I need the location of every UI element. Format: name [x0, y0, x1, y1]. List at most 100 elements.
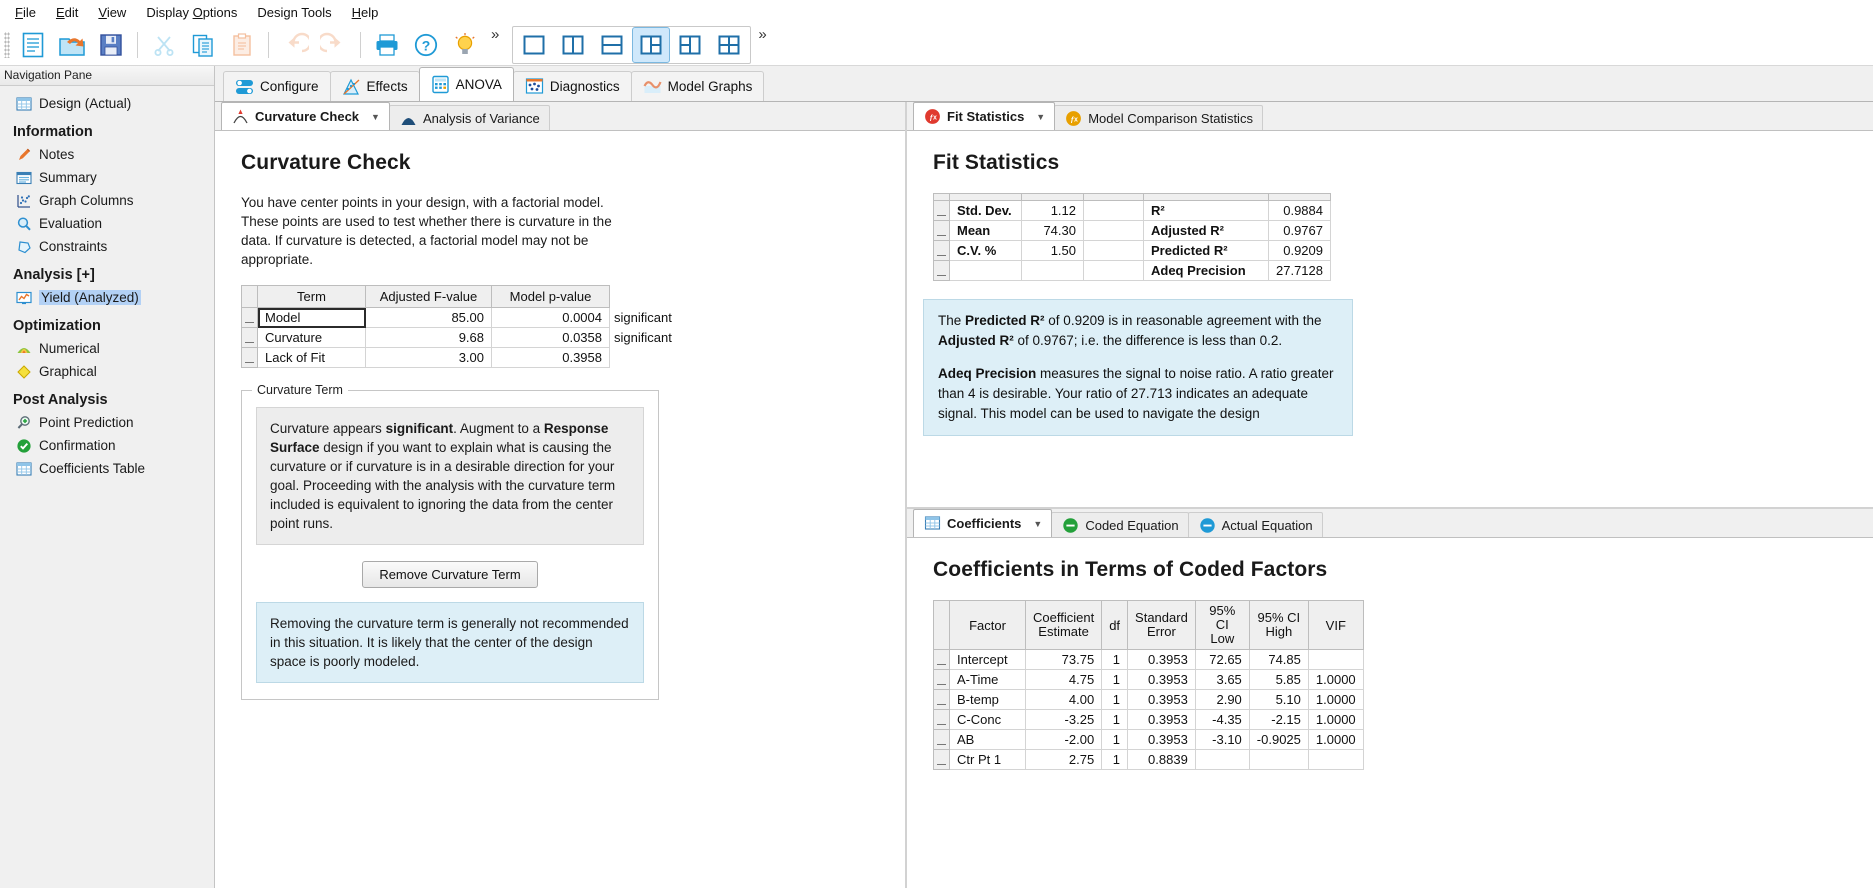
cell-blank-left — [949, 260, 1022, 281]
sidebar-item-graph-columns[interactable]: Graph Columns — [3, 189, 214, 212]
sidebar-item-design-actual[interactable]: Design (Actual) — [3, 92, 214, 115]
subtab-coefficients[interactable]: Coefficients ▼ — [913, 509, 1053, 537]
row-selector[interactable] — [933, 220, 950, 241]
menu-file[interactable]: FFileile — [6, 2, 45, 23]
subtab-curvature-check[interactable]: Curvature Check ▼ — [221, 102, 390, 130]
table-row[interactable]: B-temp 4.00 1 0.3953 2.90 5.10 1.0000 — [933, 689, 1364, 710]
row-selector[interactable] — [933, 729, 950, 750]
sidebar-item-graphical[interactable]: Graphical — [3, 360, 214, 383]
table-row[interactable]: Curvature 9.68 0.0358 significant — [241, 327, 690, 348]
row-selector[interactable] — [933, 260, 950, 281]
layout-single-icon[interactable] — [515, 27, 553, 63]
cell-term[interactable]: Curvature — [257, 327, 366, 348]
sidebar-item-summary[interactable]: Summary — [3, 166, 214, 189]
cell-term[interactable]: Lack of Fit — [257, 347, 366, 368]
help-question-icon[interactable]: ? — [407, 27, 445, 63]
sidebar-item-notes[interactable]: Notes — [3, 143, 214, 166]
sidebar-item-constraints[interactable]: Constraints — [3, 235, 214, 258]
cut-scissors-icon[interactable] — [145, 27, 183, 63]
paste-icon[interactable] — [223, 27, 261, 63]
sidebar-item-evaluation[interactable]: Evaluation — [3, 212, 214, 235]
tab-diagnostics[interactable]: Diagnostics — [512, 71, 632, 101]
cell-df: 1 — [1101, 649, 1129, 670]
toolbar-grip[interactable] — [4, 31, 10, 58]
sidebar-item-point-prediction[interactable]: Point Prediction — [3, 411, 214, 434]
sidebar-item-numerical[interactable]: Numerical — [3, 337, 214, 360]
row-selector[interactable] — [241, 347, 258, 368]
table-row[interactable]: Intercept 73.75 1 0.3953 72.65 74.85 — [933, 649, 1364, 670]
coefficients-table[interactable]: Factor Coefficient Estimate df Standard Er… — [933, 600, 1364, 770]
table-row[interactable]: Ctr Pt 1 2.75 1 0.8839 — [933, 749, 1364, 770]
table-row[interactable]: C-Conc -3.25 1 0.3953 -4.35 -2.15 1.0000 — [933, 709, 1364, 730]
row-selector[interactable] — [933, 240, 950, 261]
menu-help[interactable]: Help — [343, 2, 388, 23]
row-selector[interactable] — [241, 307, 258, 328]
menu-view[interactable]: View — [89, 2, 135, 23]
tab-configure[interactable]: Configure — [223, 71, 331, 101]
curvature-peak-icon — [231, 107, 250, 126]
menu-display-options[interactable]: Display Options — [137, 2, 246, 23]
row-selector[interactable] — [933, 689, 950, 710]
open-folder-icon[interactable] — [53, 27, 91, 63]
tab-anova[interactable]: ANOVA — [418, 67, 514, 101]
table-row[interactable]: Std. Dev. 1.12 R² 0.9884 — [933, 200, 1331, 221]
sidebar-item-coefficients-table[interactable]: Coefficients Table — [3, 457, 214, 480]
chevron-down-icon[interactable]: ▼ — [1033, 519, 1042, 529]
layout-two-vertical-icon[interactable] — [554, 27, 592, 63]
row-selector[interactable] — [241, 327, 258, 348]
table-row[interactable]: Adeq Precision 27.7128 — [933, 260, 1331, 281]
subtab-analysis-of-variance[interactable]: Analysis of Variance — [388, 105, 550, 130]
sidebar-item-yield-analyzed[interactable]: Yield (Analyzed) — [3, 286, 214, 309]
new-icon[interactable] — [14, 27, 52, 63]
chevron-down-icon[interactable]: ▼ — [1036, 112, 1045, 122]
toolbar-overflow-icon[interactable]: » — [485, 26, 505, 43]
table-row[interactable]: A-Time 4.75 1 0.3953 3.65 5.85 1.0000 — [933, 669, 1364, 690]
cell-df: 1 — [1101, 729, 1129, 750]
subtab-model-comparison-statistics[interactable]: ƒx Model Comparison Statistics — [1054, 105, 1263, 130]
print-icon[interactable] — [368, 27, 406, 63]
tab-label: Configure — [260, 79, 319, 94]
fit-statistics-notes: The Predicted R² of 0.9209 is in reasona… — [923, 299, 1353, 436]
chevron-down-icon[interactable]: ▼ — [371, 112, 380, 122]
coefficients-content: Coefficients in Terms of Coded Factors F… — [907, 538, 1873, 888]
table-row[interactable]: AB -2.00 1 0.3953 -3.10 -0.9025 1.0000 — [933, 729, 1364, 750]
curvature-table[interactable]: Term Adjusted F-value Model p-value Mode… — [241, 285, 690, 368]
copy-icon[interactable] — [184, 27, 222, 63]
undo-icon[interactable] — [276, 27, 314, 63]
sidebar-item-confirmation[interactable]: Confirmation — [3, 434, 214, 457]
subtab-label: Coefficients — [947, 516, 1022, 531]
layout-three-panel-icon[interactable] — [671, 27, 709, 63]
layout-two-horizontal-icon[interactable] — [593, 27, 631, 63]
fit-statistics-table[interactable]: Std. Dev. 1.12 R² 0.9884 Mean 74.30 Adju… — [933, 193, 1331, 281]
cell-factor: B-temp — [949, 689, 1026, 710]
subtab-fit-statistics[interactable]: ƒx Fit Statistics ▼ — [913, 102, 1056, 130]
table-row[interactable]: Model 85.00 0.0004 significant — [241, 307, 690, 328]
tip-bulb-icon[interactable] — [446, 27, 484, 63]
column-header-ci-low: 95% CI Low — [1194, 600, 1250, 650]
menu-design-tools[interactable]: Design Tools — [248, 2, 340, 23]
tab-label: Effects — [366, 79, 408, 94]
cell-ci-low: 2.90 — [1194, 689, 1250, 710]
redo-icon[interactable] — [315, 27, 353, 63]
save-icon[interactable] — [92, 27, 130, 63]
subtab-actual-equation[interactable]: Actual Equation — [1187, 512, 1323, 537]
row-selector[interactable] — [933, 669, 950, 690]
menu-edit[interactable]: Edit — [47, 2, 87, 23]
layout-overflow-icon[interactable]: » — [752, 26, 772, 43]
layout-one-left-two-right-icon[interactable] — [632, 26, 671, 63]
column-header-term: Term — [257, 285, 366, 308]
layout-four-grid-icon[interactable] — [710, 27, 748, 63]
cell-term[interactable]: Model — [257, 307, 366, 328]
tab-effects[interactable]: Effects — [329, 71, 420, 101]
row-selector[interactable] — [933, 709, 950, 730]
curvature-tip-box: Removing the curvature term is generally… — [256, 602, 644, 683]
table-row[interactable]: C.V. % 1.50 Predicted R² 0.9209 — [933, 240, 1331, 261]
row-selector[interactable] — [933, 200, 950, 221]
subtab-coded-equation[interactable]: Coded Equation — [1051, 512, 1189, 537]
table-row[interactable]: Lack of Fit 3.00 0.3958 — [241, 347, 690, 368]
row-selector[interactable] — [933, 649, 950, 670]
remove-curvature-term-button[interactable]: Remove Curvature Term — [362, 561, 538, 588]
row-selector[interactable] — [933, 749, 950, 770]
table-row[interactable]: Mean 74.30 Adjusted R² 0.9767 — [933, 220, 1331, 241]
tab-model-graphs[interactable]: Model Graphs — [630, 71, 765, 101]
